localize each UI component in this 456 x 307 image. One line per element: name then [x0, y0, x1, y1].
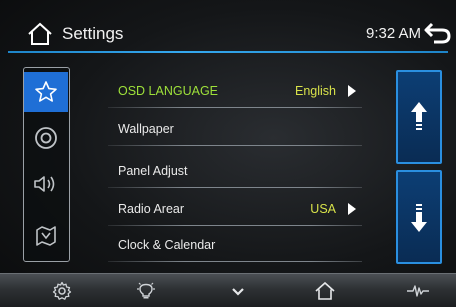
category-sidebar	[23, 67, 70, 262]
chevron-right-icon	[348, 85, 356, 97]
home-icon[interactable]	[26, 22, 54, 46]
star-icon	[35, 81, 57, 102]
bulb-icon[interactable]	[133, 280, 159, 302]
map-icon	[36, 226, 56, 246]
arrow-down-icon	[411, 204, 427, 232]
scroll-up-button[interactable]	[396, 70, 442, 164]
menu-item-clock-calendar[interactable]: Clock & Calendar	[108, 228, 362, 262]
chevron-right-icon	[348, 203, 356, 215]
sidebar-item-navigation[interactable]	[24, 216, 68, 256]
menu-item-value: USA	[310, 202, 336, 216]
row-divider	[108, 187, 362, 188]
waveform-icon[interactable]	[405, 280, 431, 302]
row-divider	[108, 107, 362, 108]
row-divider	[108, 225, 362, 226]
menu-item-label: Panel Adjust	[118, 164, 188, 178]
home-icon[interactable]	[312, 280, 338, 302]
page-title: Settings	[62, 24, 124, 43]
arrow-up-icon	[411, 102, 427, 130]
menu-item-label: OSD LANGUAGE	[118, 84, 219, 98]
menu-item-label: Wallpaper	[118, 122, 174, 136]
menu-item-value: English	[295, 84, 336, 98]
menu-item-wallpaper[interactable]: Wallpaper	[108, 112, 362, 146]
sidebar-item-audio[interactable]	[24, 164, 68, 204]
header-bar: Settings 9:32 AM	[4, 14, 452, 54]
menu-item-label: Radio Arear	[118, 202, 185, 216]
chevron-down-icon[interactable]	[225, 280, 251, 302]
bottom-toolbar	[0, 273, 456, 307]
gear-icon[interactable]	[49, 280, 75, 302]
menu-item-panel-adjust[interactable]: Panel Adjust	[108, 154, 362, 188]
menu-item-label: Clock & Calendar	[118, 238, 216, 252]
disc-icon	[35, 127, 57, 149]
sidebar-item-favorites[interactable]	[24, 72, 68, 112]
menu-item-osd-language[interactable]: OSD LANGUAGE English	[108, 74, 362, 108]
clock-time: 9:32 AM	[366, 25, 422, 42]
menu-item-radio-area[interactable]: Radio Arear USA	[108, 192, 362, 226]
speaker-icon	[34, 176, 55, 192]
header-divider	[8, 51, 448, 53]
row-divider	[108, 261, 362, 262]
back-icon[interactable]	[422, 20, 452, 46]
row-divider	[108, 145, 362, 146]
scroll-down-button[interactable]	[396, 170, 442, 264]
sidebar-item-disc[interactable]	[24, 118, 68, 158]
settings-screen: Settings 9:32 AM OSD LANGUAGE English Wa…	[0, 0, 456, 307]
